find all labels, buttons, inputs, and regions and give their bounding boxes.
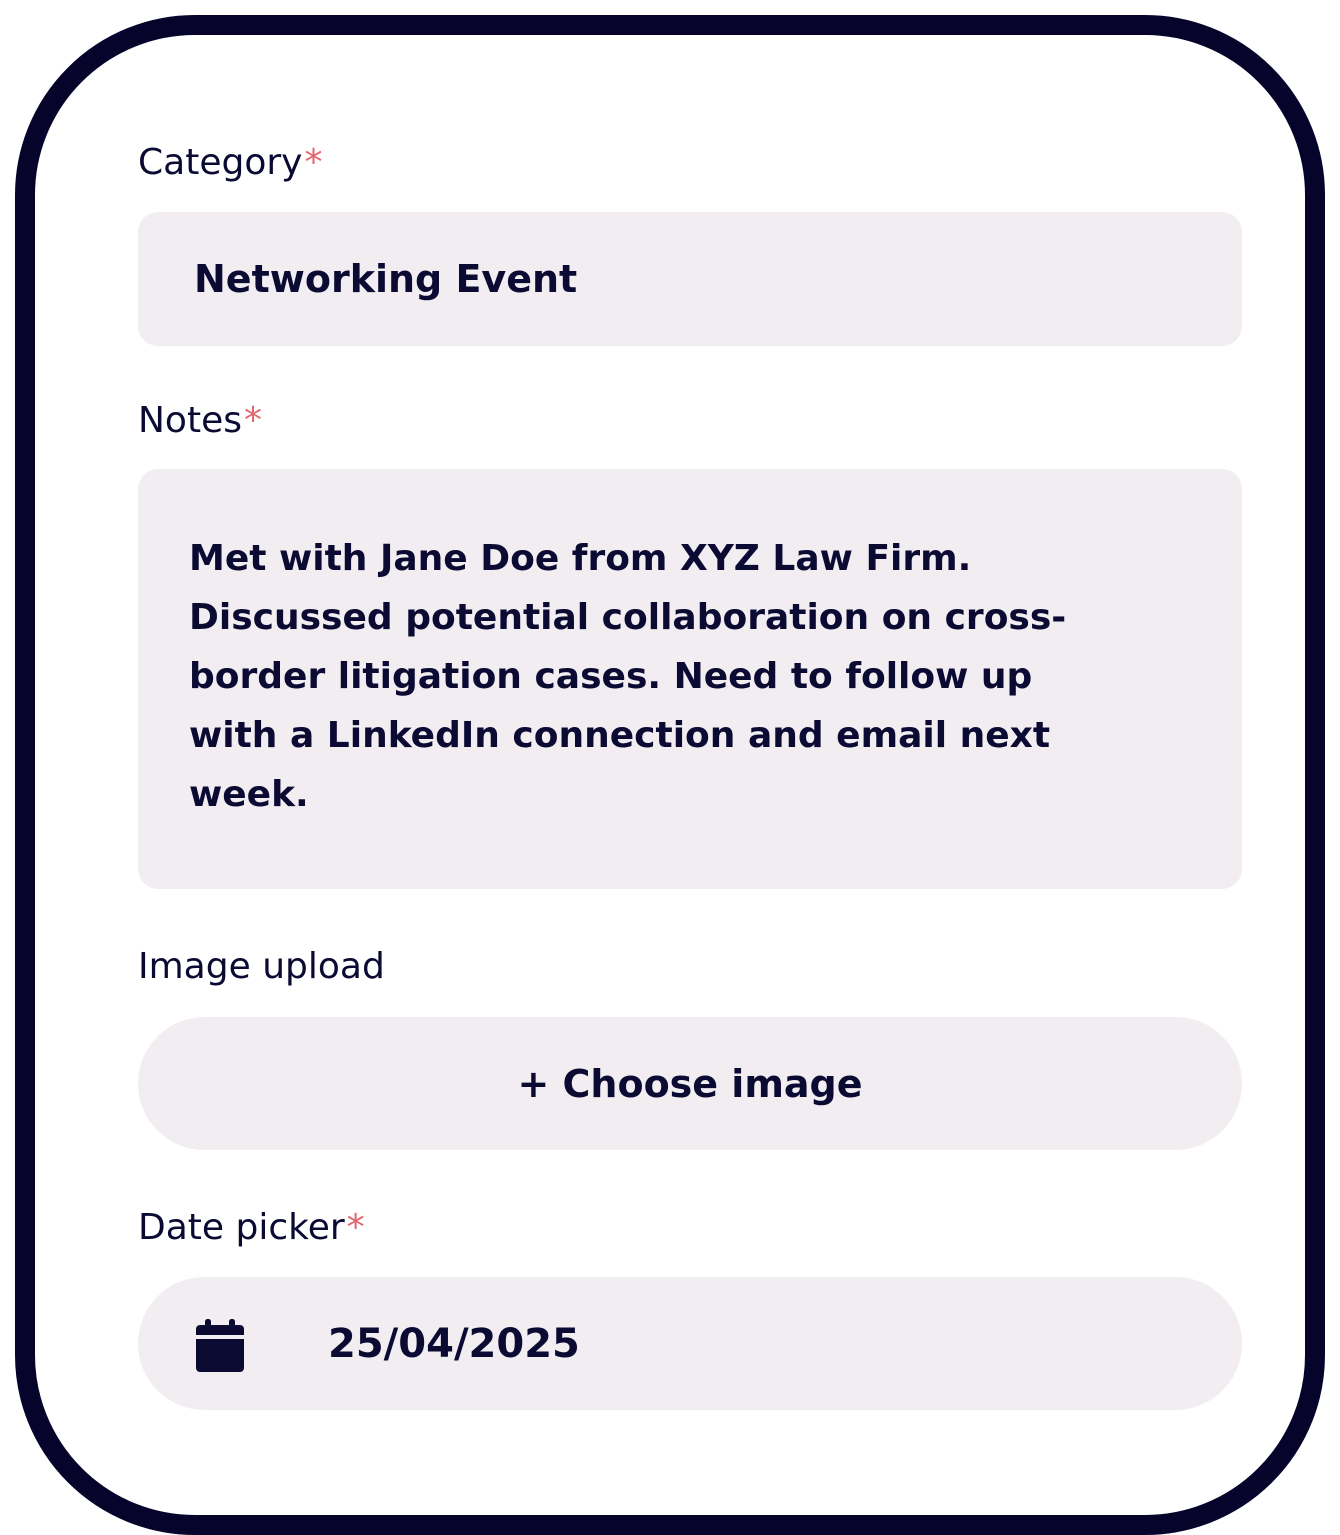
notes-textarea[interactable]: Met with Jane Doe from XYZ Law Firm. Dis… bbox=[138, 469, 1242, 889]
category-label-text: Category bbox=[138, 142, 303, 183]
choose-image-button[interactable]: + Choose image bbox=[138, 1017, 1242, 1150]
category-label: Category* bbox=[138, 143, 322, 183]
notes-label-text: Notes bbox=[138, 400, 242, 441]
notes-value: Met with Jane Doe from XYZ Law Firm. Dis… bbox=[189, 538, 1067, 815]
date-picker-input[interactable]: 25/04/2025 bbox=[138, 1277, 1242, 1410]
required-mark: * bbox=[346, 1207, 365, 1248]
category-select[interactable]: Networking Event bbox=[138, 212, 1242, 346]
image-upload-label: Image upload bbox=[138, 947, 385, 987]
required-mark: * bbox=[243, 400, 262, 441]
image-upload-label-text: Image upload bbox=[138, 946, 385, 987]
calendar-icon[interactable] bbox=[196, 1319, 244, 1372]
date-value: 25/04/2025 bbox=[328, 1321, 580, 1367]
choose-image-label: + Choose image bbox=[517, 1061, 863, 1106]
notes-label: Notes* bbox=[138, 401, 262, 441]
date-picker-label: Date picker* bbox=[138, 1208, 365, 1248]
required-mark: * bbox=[304, 142, 323, 183]
category-value: Networking Event bbox=[194, 257, 578, 301]
date-picker-label-text: Date picker bbox=[138, 1207, 345, 1248]
